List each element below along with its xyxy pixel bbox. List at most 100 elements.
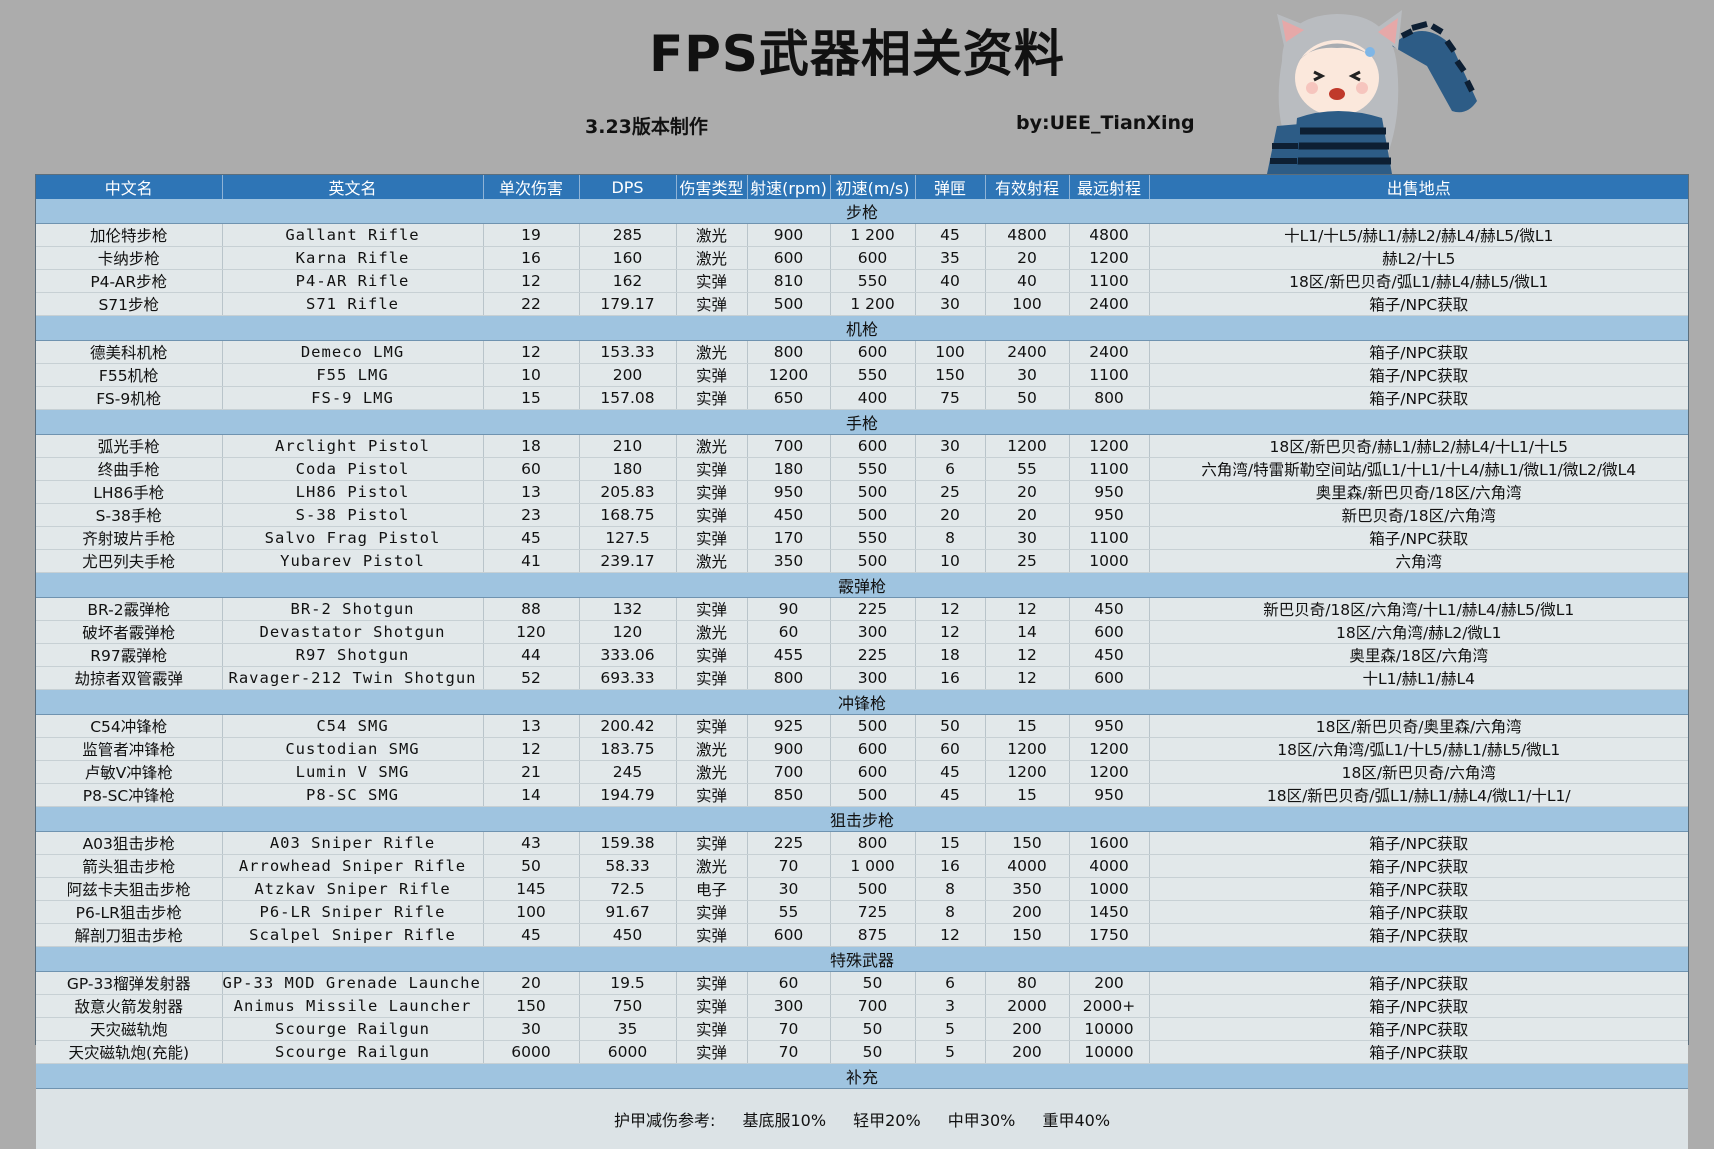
max-range-cell: 1600	[1069, 832, 1149, 855]
cn-name-cell: 解剖刀狙击步枪	[36, 924, 222, 947]
max-range-cell: 950	[1069, 504, 1149, 527]
magazine-cell: 5	[915, 1041, 985, 1064]
damage-type-cell: 实弹	[676, 924, 747, 947]
effective-range-cell: 50	[985, 387, 1069, 410]
dps-cell: 200.42	[579, 715, 676, 738]
max-range-cell: 1200	[1069, 435, 1149, 458]
en-name-cell: FS-9 LMG	[222, 387, 483, 410]
effective-range-cell: 150	[985, 832, 1069, 855]
sale-location-cell: 六角湾	[1149, 550, 1688, 573]
table-row: F55机枪F55 LMG10200实弹1200550150301100箱子/NP…	[36, 364, 1688, 387]
muzzle-velocity-cell: 1 200	[830, 293, 915, 316]
table-row: 德美科机枪Demeco LMG12153.33激光800600100240024…	[36, 341, 1688, 364]
sale-location-cell: 十L1/赫L1/赫L4	[1149, 667, 1688, 690]
magazine-cell: 50	[915, 715, 985, 738]
fire-rate-cell: 900	[747, 224, 830, 247]
en-name-cell: Scalpel Sniper Rifle	[222, 924, 483, 947]
effective-range-cell: 2000	[985, 995, 1069, 1018]
en-name-cell: Salvo Frag Pistol	[222, 527, 483, 550]
dps-cell: 333.06	[579, 644, 676, 667]
fire-rate-cell: 950	[747, 481, 830, 504]
cn-name-cell: 卡纳步枪	[36, 247, 222, 270]
fire-rate-cell: 60	[747, 621, 830, 644]
fire-rate-cell: 800	[747, 667, 830, 690]
sale-location-cell: 18区/新巴贝奇/赫L1/赫L2/赫L4/十L1/十L5	[1149, 435, 1688, 458]
max-range-cell: 1000	[1069, 878, 1149, 901]
effective-range-cell: 15	[985, 715, 1069, 738]
en-name-cell: Custodian SMG	[222, 738, 483, 761]
effective-range-cell: 30	[985, 527, 1069, 550]
dps-cell: 200	[579, 364, 676, 387]
damage-type-cell: 实弹	[676, 972, 747, 995]
en-name-cell: Arrowhead Sniper Rifle	[222, 855, 483, 878]
cn-name-cell: S71步枪	[36, 293, 222, 316]
cn-name-cell: P6-LR狙击步枪	[36, 901, 222, 924]
single-damage-cell: 45	[483, 527, 579, 550]
fire-rate-cell: 500	[747, 293, 830, 316]
category-row: 冲锋枪	[36, 690, 1688, 715]
muzzle-velocity-cell: 500	[830, 504, 915, 527]
damage-type-cell: 实弹	[676, 644, 747, 667]
dps-cell: 210	[579, 435, 676, 458]
damage-type-cell: 激光	[676, 550, 747, 573]
col-header: 有效射程	[985, 175, 1069, 199]
sale-location-cell: 18区/新巴贝奇/奥里森/六角湾	[1149, 715, 1688, 738]
fire-rate-cell: 650	[747, 387, 830, 410]
fire-rate-cell: 70	[747, 1041, 830, 1064]
damage-type-cell: 激光	[676, 738, 747, 761]
effective-range-cell: 12	[985, 644, 1069, 667]
effective-range-cell: 150	[985, 924, 1069, 947]
en-name-cell: A03 Sniper Rifle	[222, 832, 483, 855]
table-row: 破坏者霰弹枪Devastator Shotgun120120激光60300121…	[36, 621, 1688, 644]
fire-rate-cell: 90	[747, 598, 830, 621]
col-header: 伤害类型	[676, 175, 747, 199]
col-header: 中文名	[36, 175, 222, 199]
fire-rate-cell: 800	[747, 341, 830, 364]
single-damage-cell: 14	[483, 784, 579, 807]
effective-range-cell: 12	[985, 598, 1069, 621]
magazine-cell: 25	[915, 481, 985, 504]
effective-range-cell: 12	[985, 667, 1069, 690]
muzzle-velocity-cell: 550	[830, 270, 915, 293]
cn-name-cell: A03狙击步枪	[36, 832, 222, 855]
muzzle-velocity-cell: 500	[830, 715, 915, 738]
fire-rate-cell: 700	[747, 435, 830, 458]
single-damage-cell: 6000	[483, 1041, 579, 1064]
sale-location-cell: 奥里森/18区/六角湾	[1149, 644, 1688, 667]
sale-location-cell: 箱子/NPC获取	[1149, 855, 1688, 878]
cn-name-cell: FS-9机枪	[36, 387, 222, 410]
armor-note: 护甲减伤参考: 基底服10% 轻甲20% 中甲30% 重甲40%	[36, 1089, 1688, 1149]
magazine-cell: 6	[915, 972, 985, 995]
damage-type-cell: 激光	[676, 341, 747, 364]
table-row: BR-2霰弹枪BR-2 Shotgun88132实弹902251212450新巴…	[36, 598, 1688, 621]
sale-location-cell: 18区/新巴贝奇/六角湾	[1149, 761, 1688, 784]
muzzle-velocity-cell: 600	[830, 247, 915, 270]
effective-range-cell: 1200	[985, 435, 1069, 458]
en-name-cell: GP-33 MOD Grenade Launcher	[222, 972, 483, 995]
fire-rate-cell: 450	[747, 504, 830, 527]
cn-name-cell: 劫掠者双管霰弹	[36, 667, 222, 690]
weapon-table: 中文名 英文名 单次伤害 DPS 伤害类型 射速(rpm) 初速(m/s) 弹匣…	[36, 175, 1688, 1149]
col-header: 弹匣	[915, 175, 985, 199]
damage-type-cell: 实弹	[676, 293, 747, 316]
en-name-cell: Gallant Rifle	[222, 224, 483, 247]
en-name-cell: F55 LMG	[222, 364, 483, 387]
muzzle-velocity-cell: 600	[830, 738, 915, 761]
muzzle-velocity-cell: 550	[830, 364, 915, 387]
sale-location-cell: 赫L2/十L5	[1149, 247, 1688, 270]
effective-range-cell: 200	[985, 1041, 1069, 1064]
magazine-cell: 12	[915, 621, 985, 644]
category-title: 特殊武器	[36, 947, 1688, 972]
single-damage-cell: 88	[483, 598, 579, 621]
single-damage-cell: 100	[483, 901, 579, 924]
en-name-cell: Demeco LMG	[222, 341, 483, 364]
max-range-cell: 1200	[1069, 247, 1149, 270]
muzzle-velocity-cell: 500	[830, 878, 915, 901]
single-damage-cell: 50	[483, 855, 579, 878]
effective-range-cell: 14	[985, 621, 1069, 644]
single-damage-cell: 23	[483, 504, 579, 527]
table-row: 卡纳步枪Karna Rifle16160激光60060035201200赫L2/…	[36, 247, 1688, 270]
sale-location-cell: 箱子/NPC获取	[1149, 995, 1688, 1018]
en-name-cell: P8-SC SMG	[222, 784, 483, 807]
table-row: R97霰弹枪R97 Shotgun44333.06实弹4552251812450…	[36, 644, 1688, 667]
